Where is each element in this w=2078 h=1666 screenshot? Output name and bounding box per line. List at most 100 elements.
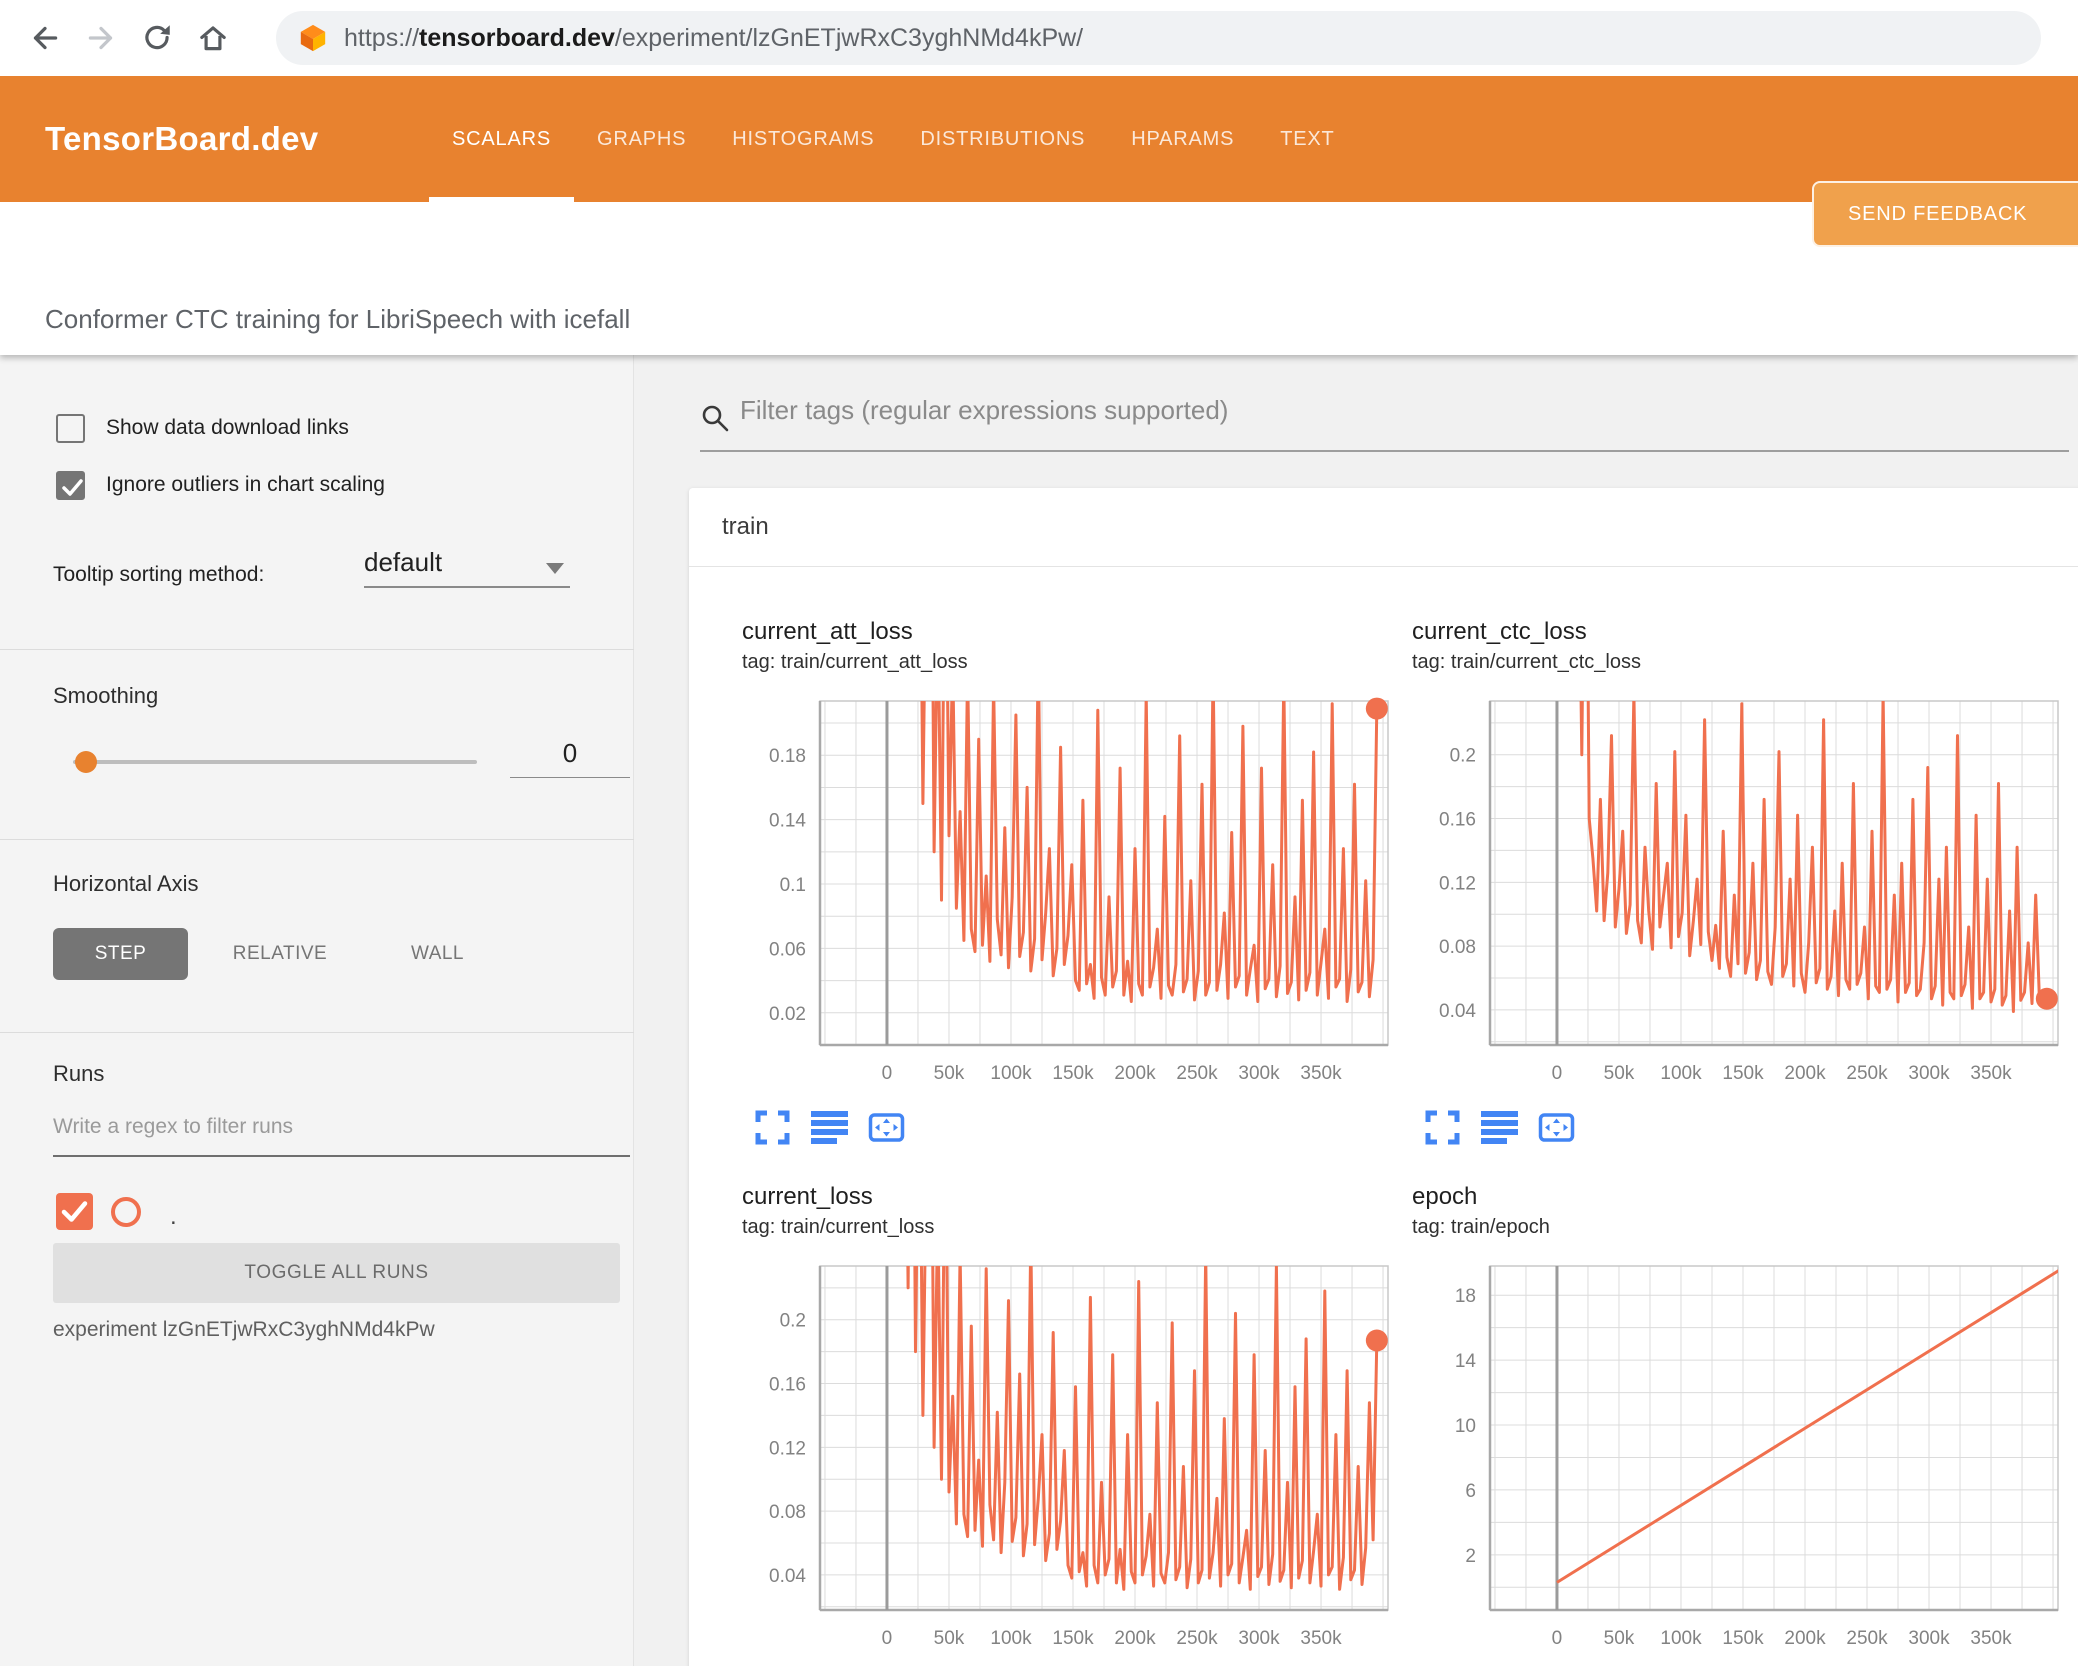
charts-grid: current_att_loss tag: train/current_att_… [689, 567, 2078, 1666]
svg-text:0: 0 [1552, 1063, 1563, 1084]
pan-zoom-icon[interactable] [1538, 1109, 1575, 1146]
settings-sidebar: Show data download links Ignore outliers… [0, 355, 634, 1666]
svg-text:50k: 50k [1604, 1628, 1635, 1649]
nav-tabs: SCALARS GRAPHS HISTOGRAMS DISTRIBUTIONS … [429, 76, 1358, 202]
ignore-outliers-checkbox[interactable] [56, 471, 85, 500]
svg-text:0.04: 0.04 [769, 1566, 806, 1587]
svg-text:250k: 250k [1176, 1628, 1218, 1649]
svg-text:50k: 50k [934, 1628, 965, 1649]
section-title: train [722, 513, 769, 540]
svg-text:0.08: 0.08 [1439, 937, 1476, 958]
svg-text:0.12: 0.12 [1439, 873, 1476, 894]
tab-hparams[interactable]: HPARAMS [1108, 76, 1257, 202]
experiment-title: Conformer CTC training for LibriSpeech w… [45, 304, 631, 334]
epoch-chart[interactable]: 18 14 10 6 2 0 50k 100k 150k 200k 250k 300k 350k [1412, 1262, 2060, 1654]
forward-icon[interactable] [84, 21, 118, 55]
experiment-subtitle-bar: Conformer CTC training for LibriSpeech w… [0, 202, 2078, 355]
horizontal-axis-label: Horizontal Axis [53, 871, 199, 896]
chart-actions [1424, 1109, 2060, 1146]
horizontal-bars-icon[interactable] [811, 1109, 848, 1146]
fullscreen-icon[interactable] [1424, 1109, 1461, 1146]
reload-icon[interactable] [140, 21, 174, 55]
current-att-loss-chart[interactable]: 0.18 0.14 0.1 0.06 0.02 0 50k 100k 150k 200k 250k 3… [742, 697, 1390, 1089]
svg-text:50k: 50k [934, 1063, 965, 1084]
smoothing-label: Smoothing [53, 683, 159, 708]
chart-tag: tag: train/current_att_loss [742, 651, 968, 673]
fullscreen-icon[interactable] [754, 1109, 791, 1146]
app-header: TensorBoard.dev SCALARS GRAPHS HISTOGRAM… [0, 76, 2078, 247]
current-loss-chart[interactable]: 0.2 0.16 0.12 0.08 0.04 0 50k 100k 150k 200k 250k 3… [742, 1262, 1390, 1654]
svg-text:2: 2 [1465, 1546, 1476, 1567]
svg-text:100k: 100k [990, 1063, 1032, 1084]
filter-tags-underline [700, 450, 2069, 452]
address-bar[interactable]: https://tensorboard.dev/experiment/lzGnE… [276, 11, 2041, 65]
svg-text:0.2: 0.2 [1450, 746, 1476, 767]
home-icon[interactable] [196, 21, 230, 55]
toggle-all-runs-button[interactable]: TOGGLE ALL RUNS [53, 1243, 620, 1303]
chart-title: current_ctc_loss [1412, 618, 1587, 645]
svg-text:350k: 350k [1300, 1628, 1342, 1649]
svg-text:0.18: 0.18 [769, 746, 806, 767]
svg-text:200k: 200k [1784, 1063, 1826, 1084]
brand-title: TensorBoard.dev [45, 120, 319, 157]
tab-histograms[interactable]: HISTOGRAMS [709, 76, 897, 202]
svg-text:10: 10 [1455, 1416, 1476, 1437]
axis-step-button[interactable]: STEP [53, 928, 188, 980]
divider [0, 1032, 634, 1033]
svg-text:200k: 200k [1114, 1628, 1156, 1649]
show-data-download-links-label: Show data download links [106, 416, 349, 439]
svg-text:50k: 50k [1604, 1063, 1635, 1084]
svg-text:150k: 150k [1722, 1063, 1764, 1084]
svg-text:0: 0 [1552, 1628, 1563, 1649]
tab-graphs[interactable]: GRAPHS [574, 76, 709, 202]
smoothing-slider-thumb[interactable] [75, 751, 97, 773]
train-section-header[interactable]: train [689, 488, 2078, 567]
tab-distributions[interactable]: DISTRIBUTIONS [897, 76, 1108, 202]
svg-text:350k: 350k [1300, 1063, 1342, 1084]
show-data-download-links-checkbox[interactable] [56, 414, 85, 443]
divider [0, 839, 634, 840]
divider [0, 649, 634, 650]
chart-actions [754, 1109, 1390, 1146]
svg-text:150k: 150k [1722, 1628, 1764, 1649]
svg-text:0.1: 0.1 [780, 875, 806, 896]
run-checkbox[interactable] [56, 1193, 93, 1230]
runs-label: Runs [53, 1061, 105, 1086]
tooltip-sorting-dropdown[interactable]: default [364, 547, 570, 588]
svg-text:0.16: 0.16 [769, 1375, 806, 1396]
horizontal-bars-icon[interactable] [1481, 1109, 1518, 1146]
current-ctc-loss-chart[interactable]: 0.2 0.16 0.12 0.08 0.04 0 50k 100k 150k 200k 250k 3… [1412, 697, 2060, 1089]
svg-text:150k: 150k [1052, 1628, 1094, 1649]
url-text: https://tensorboard.dev/experiment/lzGnE… [344, 23, 1084, 52]
chart-tag: tag: train/current_loss [742, 1216, 935, 1238]
filter-tags-input[interactable] [740, 395, 2040, 426]
chart-tile-epoch: epoch tag: train/epoch 18 14 10 6 2 0 50k 100k 1… [1412, 1182, 2060, 1666]
tab-text[interactable]: TEXT [1257, 76, 1357, 202]
svg-text:100k: 100k [990, 1628, 1032, 1649]
tab-scalars[interactable]: SCALARS [429, 76, 574, 202]
svg-text:0.02: 0.02 [769, 1004, 806, 1025]
send-feedback-button[interactable]: SEND FEEDBACK [1812, 181, 2078, 247]
pan-zoom-icon[interactable] [868, 1109, 905, 1146]
runs-filter-input[interactable] [53, 1115, 630, 1157]
axis-wall-button[interactable]: WALL [385, 928, 490, 980]
svg-text:0: 0 [882, 1063, 893, 1084]
chart-title: epoch [1412, 1183, 1478, 1210]
run-color-swatch [111, 1197, 141, 1227]
smoothing-value[interactable]: 0 [510, 738, 630, 778]
svg-text:200k: 200k [1784, 1628, 1826, 1649]
back-icon[interactable] [28, 21, 62, 55]
run-name: . [170, 1203, 177, 1230]
svg-text:100k: 100k [1660, 1628, 1702, 1649]
chart-tag: tag: train/current_ctc_loss [1412, 651, 1641, 673]
svg-text:250k: 250k [1176, 1063, 1218, 1084]
svg-text:300k: 300k [1908, 1628, 1950, 1649]
smoothing-slider-track[interactable] [73, 760, 477, 764]
axis-relative-button[interactable]: RELATIVE [205, 928, 355, 980]
main-content: train current_att_loss tag: train/curren… [634, 355, 2078, 1666]
svg-text:0.12: 0.12 [769, 1438, 806, 1459]
chart-title: current_loss [742, 1183, 873, 1210]
svg-text:0.16: 0.16 [1439, 810, 1476, 831]
chart-tile-current-loss: current_loss tag: train/current_loss 0.2… [742, 1182, 1390, 1666]
chevron-down-icon [546, 563, 564, 574]
